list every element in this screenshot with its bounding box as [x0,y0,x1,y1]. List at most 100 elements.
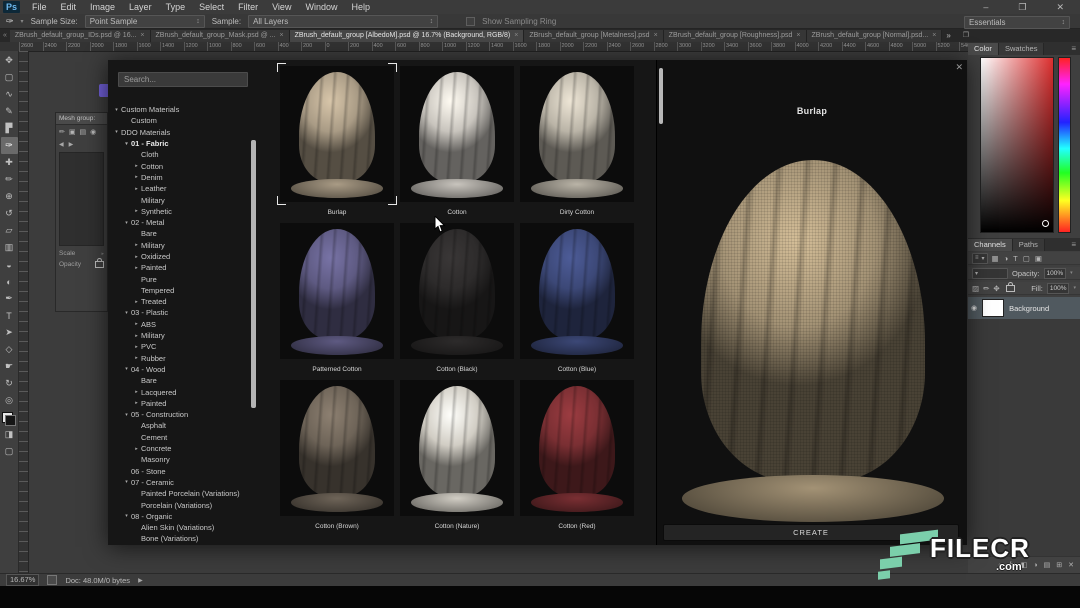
panel-menu-icon[interactable]: ≡ [1071,43,1080,55]
tree-item-military[interactable]: ▸Military [108,240,250,251]
tree-arrow-icon[interactable]: ▾ [122,310,131,316]
close-tab-icon[interactable]: × [514,30,518,42]
blur-tool[interactable]: ◒ [1,256,18,273]
tree-item-lacquered[interactable]: ▸Lacquered [108,386,250,397]
document-tab-0[interactable]: ZBrush_default_group_IDs.psd @ 16...× [10,30,151,42]
kind-filter-select[interactable]: ≡▾ [972,253,988,264]
tree-arrow-icon[interactable]: ▸ [132,389,141,395]
prev-arrow-icon[interactable]: ◀ [59,141,64,148]
tree-item-07-ceramic[interactable]: ▾07 - Ceramic [108,477,250,488]
layer-row-background[interactable]: ◉ Background [968,297,1080,319]
hue-strip[interactable] [1058,57,1071,233]
sphere-icon[interactable]: ◉ [90,128,96,136]
material-tile-burlap[interactable]: Burlap [280,66,394,218]
lock-all-icon[interactable] [1006,285,1015,292]
tree-item-04-wood[interactable]: ▾04 - Wood [108,364,250,375]
tree-item-asphalt[interactable]: Asphalt [108,420,250,431]
menu-item-window[interactable]: Window [298,2,344,12]
tree-arrow-icon[interactable]: ▸ [132,208,141,214]
healing-brush-tool[interactable]: ✚ [1,154,18,171]
material-tile-dirty-cotton[interactable]: Dirty Cotton [520,66,634,218]
menu-item-edit[interactable]: Edit [54,2,84,12]
rotate-view-tool[interactable]: ↻ [1,375,18,392]
blend-mode-select[interactable]: ▾ [972,268,1008,279]
pixel-filter-icon[interactable]: ▦ [992,254,999,263]
tree-arrow-icon[interactable]: ▾ [112,107,121,113]
tree-item-painted[interactable]: ▸Painted [108,262,250,273]
tree-arrow-icon[interactable]: ▾ [122,366,131,372]
document-tab-3[interactable]: ZBrush_default_group [Metalness].psd× [524,30,663,42]
document-tab-1[interactable]: ZBrush_default_group_Mask.psd @ ...× [151,30,290,42]
tree-arrow-icon[interactable]: ▸ [132,321,141,327]
background-color-swatch[interactable] [5,415,16,426]
tree-item-pure[interactable]: Pure [108,273,250,284]
tab-channels[interactable]: Channels [968,239,1013,251]
adjustment-filter-icon[interactable]: ◑ [1004,254,1009,263]
menu-item-layer[interactable]: Layer [122,2,159,12]
smart-object-filter-icon[interactable]: ▣ [1035,254,1042,263]
shape-tool[interactable]: ◇ [1,341,18,358]
tree-item-bare[interactable]: Bare [108,375,250,386]
document-tab-5[interactable]: ZBrush_default_group [Normal].psd...× [807,30,943,42]
tab-swatches[interactable]: Swatches [999,43,1045,55]
tree-arrow-icon[interactable]: ▸ [132,242,141,248]
visibility-eye-icon[interactable]: ◉ [971,304,977,312]
tree-item-cloth[interactable]: Cloth [108,149,250,160]
tree-item-masonry[interactable]: Masonry [108,454,250,465]
tree-arrow-icon[interactable]: ▸ [132,174,141,180]
eyedropper-icon[interactable]: ✑ [6,16,14,27]
tree-arrow-icon[interactable]: ▸ [132,299,141,305]
type-tool[interactable]: T [1,307,18,324]
material-tile-cotton-red-[interactable]: Cotton (Red) [520,380,634,532]
tree-arrow-icon[interactable]: ▾ [122,220,131,226]
delete-layer-icon[interactable]: ✕ [1068,561,1074,569]
tree-item-painted-porcelain-variations-[interactable]: Painted Porcelain (Variations) [108,488,250,499]
tree-arrow-icon[interactable]: ▾ [122,141,131,147]
zoom-level-field[interactable]: 16.67% [6,574,39,586]
menu-item-select[interactable]: Select [192,2,231,12]
menu-item-filter[interactable]: Filter [231,2,265,12]
material-tile-patterned-cotton[interactable]: Patterned Cotton [280,223,394,375]
tree-item-leather[interactable]: ▸Leather [108,183,250,194]
tree-item-cement[interactable]: Cement [108,432,250,443]
close-tab-icon[interactable]: × [654,30,658,42]
tree-item-rubber[interactable]: ▸Rubber [108,353,250,364]
hand-tool[interactable]: ☛ [1,358,18,375]
menu-item-help[interactable]: Help [344,2,377,12]
tree-arrow-icon[interactable]: ▸ [132,163,141,169]
collapsed-panel-icon[interactable]: ❐ [955,30,977,42]
chevron-down-icon[interactable]: ▾ [1073,285,1076,291]
layer-thumbnail[interactable] [982,299,1004,317]
dodge-tool[interactable]: ◐ [1,273,18,290]
lock-paint-icon[interactable]: ✏ [983,284,989,293]
pen-tool[interactable]: ✒ [1,290,18,307]
close-icon[interactable]: ✕ [955,62,963,73]
quick-selection-tool[interactable]: ✎ [1,103,18,120]
tree-arrow-icon[interactable]: ▸ [132,186,141,192]
search-input[interactable] [118,72,248,87]
shape-filter-icon[interactable]: ▢ [1023,254,1030,263]
show-sampling-ring-checkbox[interactable] [466,17,475,26]
tab-overflow-icon[interactable]: » [942,30,954,42]
tree-arrow-icon[interactable]: ▾ [122,479,131,485]
tree-item-cotton[interactable]: ▸Cotton [108,160,250,171]
path-selection-tool[interactable]: ➤ [1,324,18,341]
eraser-tool[interactable]: ▱ [1,222,18,239]
tree-arrow-icon[interactable]: ▾ [122,513,131,519]
close-icon[interactable]: ✕ [1056,2,1064,13]
material-tile-cotton-nature-[interactable]: Cotton (Nature) [400,380,514,532]
color-picker-marker[interactable] [1042,220,1049,227]
tree-item-abs[interactable]: ▸ABS [108,319,250,330]
color-saturation-square[interactable] [980,57,1054,233]
brush-tool[interactable]: ✏ [1,171,18,188]
chevron-down-icon[interactable]: ▾ [21,18,24,25]
sample-select[interactable]: All Layers↕ [248,15,438,28]
material-tile-cotton-blue-[interactable]: Cotton (Blue) [520,223,634,375]
brush-icon[interactable]: ✏ [59,128,65,136]
sample-size-select[interactable]: Point Sample↕ [85,15,205,28]
tree-item-treated[interactable]: ▸Treated [108,296,250,307]
workspace-select[interactable]: Essentials↕ [964,16,1070,29]
tree-arrow-icon[interactable]: ▸ [132,254,141,260]
restore-icon[interactable]: ❐ [1018,2,1026,13]
clone-stamp-tool[interactable]: ⊕ [1,188,18,205]
